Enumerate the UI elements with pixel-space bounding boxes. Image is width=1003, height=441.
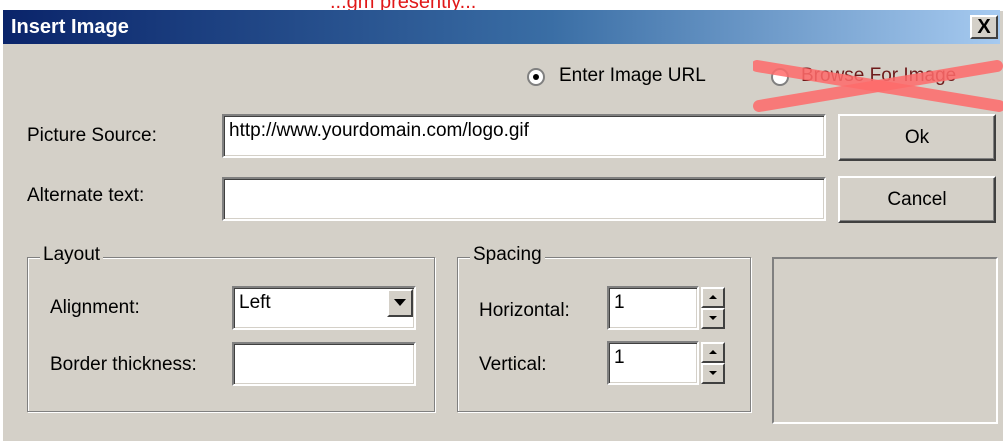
- spin-down-icon[interactable]: [701, 363, 725, 384]
- image-preview: [772, 257, 998, 424]
- horizontal-label: Horizontal:: [479, 300, 570, 321]
- vertical-spinner[interactable]: [701, 342, 725, 384]
- radio-enter-image-url[interactable]: [527, 68, 545, 86]
- alignment-select[interactable]: Left: [232, 286, 416, 330]
- picture-source-value: http://www.yourdomain.com/logo.gif: [229, 120, 529, 141]
- picture-source-input[interactable]: http://www.yourdomain.com/logo.gif: [222, 114, 826, 158]
- radio-enter-image-url-label[interactable]: Enter Image URL: [559, 65, 706, 87]
- alternate-text-label: Alternate text:: [27, 185, 145, 206]
- window-title: Insert Image: [11, 16, 129, 38]
- vertical-spacing-value: 1: [614, 347, 625, 368]
- crossed-out-mark: [753, 60, 1003, 112]
- alignment-value: Left: [239, 292, 271, 313]
- chevron-down-icon[interactable]: [387, 289, 413, 317]
- spacing-legend: Spacing: [470, 244, 545, 266]
- layout-group: [27, 257, 435, 412]
- horizontal-spinner[interactable]: [701, 287, 725, 329]
- title-bar[interactable]: Insert Image X: [3, 10, 1000, 44]
- cancel-button[interactable]: Cancel: [838, 176, 996, 223]
- picture-source-label: Picture Source:: [27, 125, 157, 146]
- close-icon: X: [977, 16, 991, 38]
- annotation-text: ...gm presently...: [330, 0, 477, 13]
- vertical-spacing-input[interactable]: 1: [607, 341, 699, 385]
- close-button[interactable]: X: [970, 15, 998, 39]
- spin-up-icon[interactable]: [701, 342, 725, 363]
- alignment-label: Alignment:: [50, 297, 140, 318]
- spacing-group: [457, 257, 751, 412]
- vertical-label: Vertical:: [479, 354, 547, 375]
- spin-up-icon[interactable]: [701, 287, 725, 308]
- layout-legend: Layout: [40, 244, 104, 266]
- ok-button-label: Ok: [904, 126, 930, 148]
- spin-down-icon[interactable]: [701, 308, 725, 329]
- cancel-button-label: Cancel: [887, 188, 947, 210]
- border-thickness-input[interactable]: [232, 342, 416, 386]
- ok-button[interactable]: Ok: [838, 114, 996, 161]
- horizontal-spacing-value: 1: [614, 292, 625, 313]
- horizontal-spacing-input[interactable]: 1: [607, 286, 699, 330]
- border-thickness-label: Border thickness:: [50, 354, 197, 375]
- alternate-text-input[interactable]: [222, 177, 826, 221]
